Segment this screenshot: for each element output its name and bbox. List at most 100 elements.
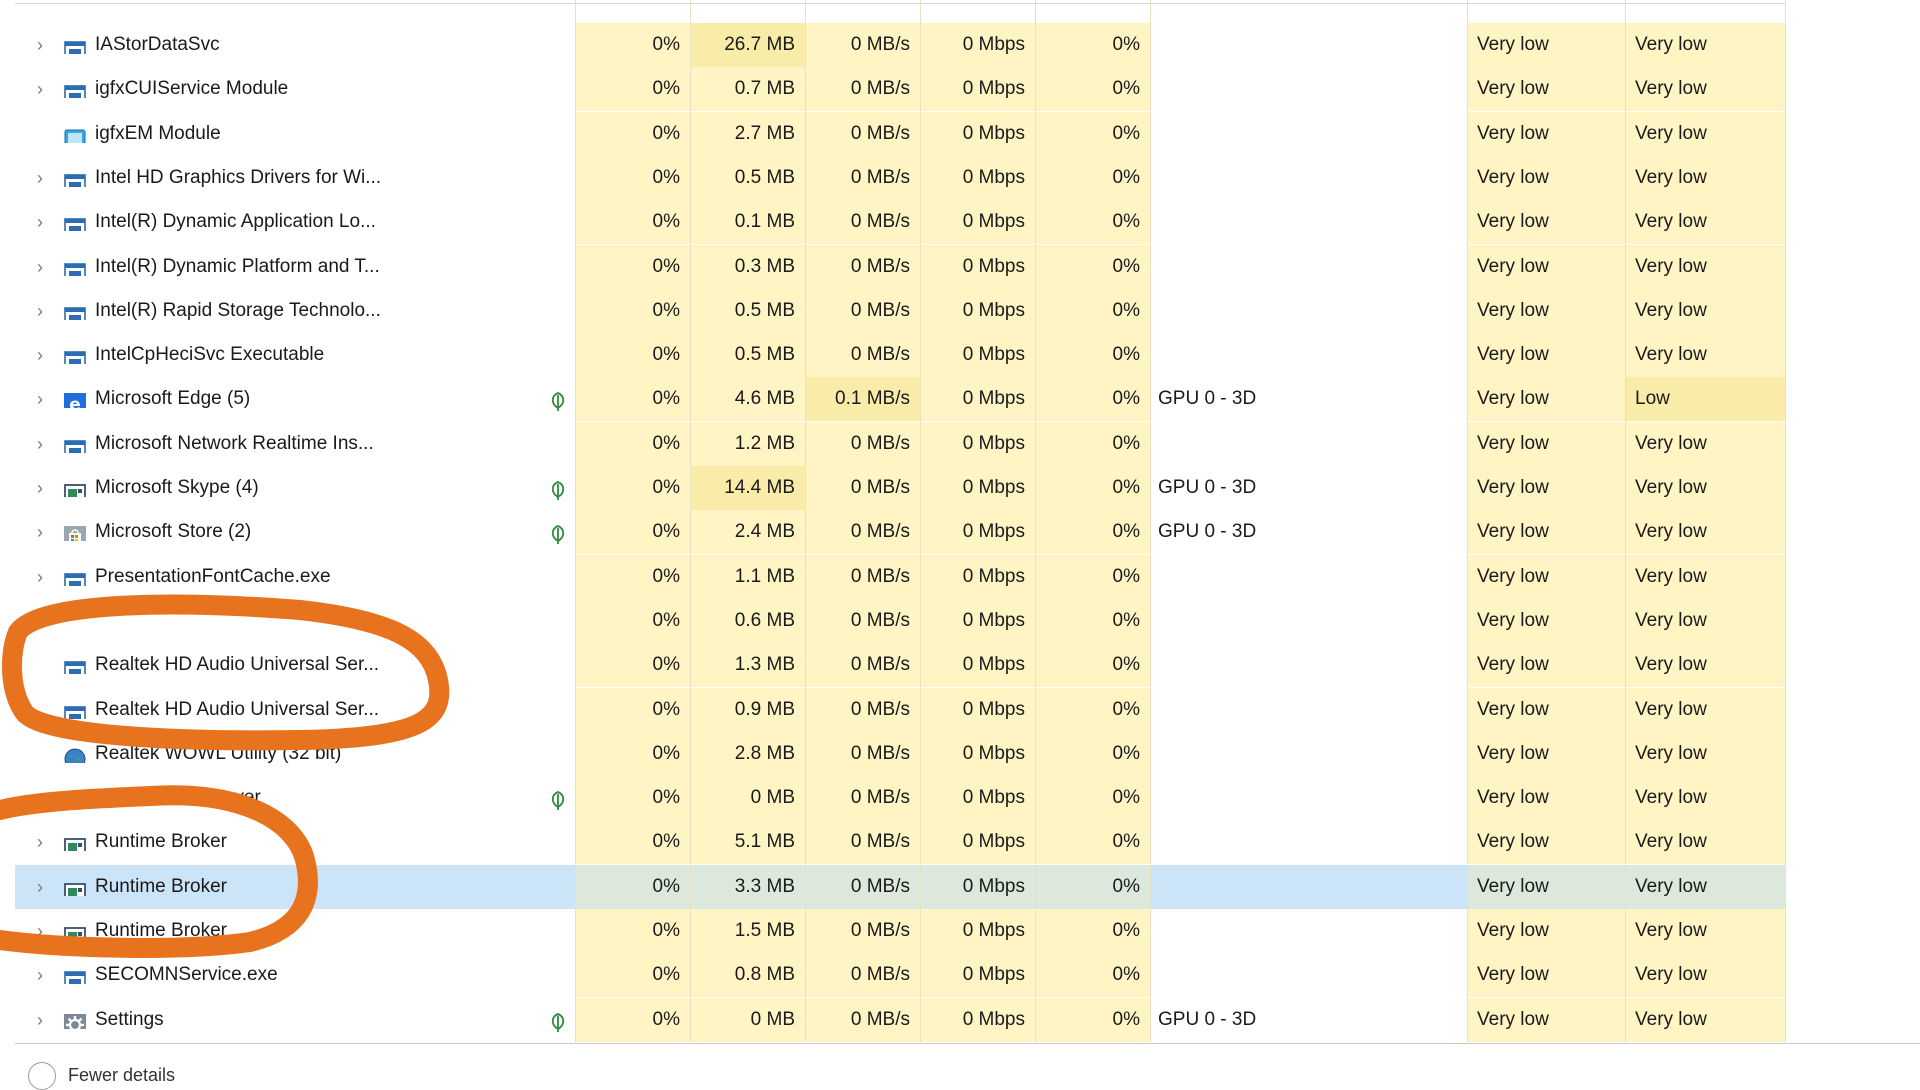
process-row[interactable]: › Runtime Broker 0% 1.5 MB 0 MB/s 0 Mbps 0% Ver… [15, 909, 1785, 953]
process-name: Intel(R) Dynamic Application Lo... [95, 211, 376, 233]
expand-chevron-icon[interactable]: › [29, 289, 51, 333]
gpu-cell: 0% [1035, 67, 1150, 112]
cpu-cell: 0% [575, 731, 690, 776]
expand-chevron-icon[interactable]: › [29, 555, 51, 599]
expand-chevron-icon[interactable]: › [29, 200, 51, 244]
process-row[interactable]: › WinRT OOP Server 0% 0 MB 0 MB/s 0 Mbps 0% Ver… [15, 776, 1785, 821]
expand-chevron-icon[interactable]: › [29, 466, 51, 510]
cpu-cell: 0% [575, 820, 690, 865]
memory-cell: 0.7 MB [690, 67, 805, 112]
power-usage-cell: Very low [1467, 466, 1625, 510]
gpu-cell: 0% [1035, 377, 1150, 422]
chevron-up-icon [28, 1062, 56, 1090]
expand-chevron-icon[interactable]: › [29, 776, 51, 820]
power-usage-cell: Very low [1467, 554, 1625, 599]
expand-chevron-icon[interactable]: › [29, 909, 51, 953]
cpu-cell: 0% [575, 554, 690, 599]
service-window-icon [64, 964, 86, 985]
gpu-engine-cell: GPU 0 - 3D [1158, 521, 1257, 543]
power-usage-cell: Very low [1467, 953, 1625, 998]
network-cell: 0 Mbps [920, 155, 1035, 200]
gpu-engine-cell: GPU 0 - 3D [1158, 1008, 1257, 1030]
gpu-engine-cell [1150, 289, 1467, 333]
process-row[interactable]: › Runtime Broker 0% 5.1 MB 0 MB/s 0 Mbps 0% Ver… [15, 820, 1785, 865]
process-row[interactable]: › IntelCpHeciSvc Executable 0% 0.5 MB 0 MB/s… [15, 333, 1785, 378]
process-row[interactable]: › Microsoft Skype (4) 0% 14.4 MB 0 MB/s 0 Mbp… [15, 466, 1785, 510]
expand-chevron-icon[interactable]: › [29, 67, 51, 111]
disk-cell: 0 MB/s [805, 333, 920, 378]
gpu-engine-cell: GPU 0 - 3D [1158, 477, 1257, 498]
disk-cell: 0 MB/s [805, 111, 920, 156]
cpu-cell: 0% [575, 510, 690, 555]
process-row[interactable]: Realtek WOWL Utility (32 bit) 0% 2.8 MB 0 M… [15, 731, 1785, 776]
power-usage-trend-cell: Very low [1625, 155, 1785, 200]
process-row[interactable]: › Intel HD Graphics Drivers for Wi... 0% 0.… [15, 155, 1785, 200]
fewer-details-link[interactable]: Fewer details [28, 1062, 175, 1090]
gpu-engine-cell [1150, 422, 1467, 466]
network-cell: 0 Mbps [920, 111, 1035, 156]
power-usage-trend-cell: Very low [1625, 687, 1785, 732]
process-row[interactable]: › Microsoft Network Realtime Ins... 0% 1.2 … [15, 421, 1785, 466]
network-cell: 0 Mbps [920, 421, 1035, 466]
expand-chevron-icon[interactable]: › [29, 23, 51, 67]
process-row[interactable]: › Intel(R) Dynamic Platform and T... 0% 0.3… [15, 244, 1785, 289]
process-row[interactable]: › Microsoft Store (2) 0% 2.4 MB 0 MB/s 0 Mbps… [15, 510, 1785, 555]
cpu-cell: 0% [575, 776, 690, 821]
gpu-cell: 0% [1035, 111, 1150, 156]
globe-icon [64, 743, 86, 763]
process-row[interactable]: › e Microsoft Edge (5) 0% 4.6 MB 0.1 MB/s 0 Mb… [15, 377, 1785, 422]
power-usage-cell: Very low [1467, 244, 1625, 289]
memory-cell: 0.6 MB [690, 598, 805, 643]
disk-cell: 0 MB/s [805, 67, 920, 112]
process-row[interactable]: Realtek HD Audio Universal Ser... 0% 1.3 M… [15, 643, 1785, 688]
expand-chevron-icon[interactable]: › [29, 245, 51, 289]
gpu-cell: 0% [1035, 731, 1150, 776]
process-row[interactable]: Realtek HD Audio Universal Ser... 0% 0.9 M… [15, 687, 1785, 732]
expand-chevron-icon[interactable]: › [29, 510, 51, 554]
process-row[interactable]: › IAStorDataSvc 0% 26.7 MB 0 MB/s 0 Mbps 0% Ver… [15, 23, 1785, 67]
expand-chevron-icon[interactable]: › [29, 820, 51, 864]
process-name: SECOMNService.exe [95, 964, 278, 986]
process-row[interactable]: 0% 0.6 MB 0 MB/s 0 Mbps 0% Very low Very low [15, 598, 1785, 643]
power-usage-trend-cell: Very low [1625, 643, 1785, 688]
gpu-cell: 0% [1035, 200, 1150, 245]
expand-chevron-icon[interactable]: › [29, 953, 51, 997]
process-row[interactable]: igfxEM Module 0% 2.7 MB 0 MB/s 0 Mbps 0% Very … [15, 111, 1785, 156]
svg-text:e: e [69, 395, 81, 408]
disk-cell: 0 MB/s [805, 776, 920, 821]
process-name: igfxCUIService Module [95, 78, 289, 100]
expand-chevron-icon[interactable]: › [29, 156, 51, 200]
process-name: Intel HD Graphics Drivers for Wi... [95, 166, 382, 188]
expand-chevron-icon[interactable]: › [29, 333, 51, 377]
memory-cell: 26.7 MB [690, 23, 805, 67]
gpu-engine-cell [1150, 909, 1467, 953]
process-row[interactable]: › PresentationFontCache.exe 0% 1.1 MB 0 MB/s… [15, 554, 1785, 599]
process-row[interactable]: › Settings 0% 0 MB 0 MB/s 0 Mbps 0% GPU 0 - 3D V… [15, 997, 1785, 1042]
power-usage-cell: Very low [1467, 731, 1625, 776]
service-window-icon [64, 433, 86, 453]
app-window-icon [64, 876, 86, 896]
gpu-cell: 0% [1035, 864, 1150, 909]
power-usage-cell: Very low [1467, 997, 1625, 1042]
efficiency-leaf-icon [547, 786, 569, 811]
network-cell: 0 Mbps [920, 687, 1035, 732]
process-row[interactable]: › Runtime Broker 0% 3.3 MB 0 MB/s 0 Mbps 0% Ver… [15, 864, 1785, 909]
power-usage-trend-cell: Very low [1625, 864, 1785, 909]
cpu-cell: 0% [575, 687, 690, 732]
expand-chevron-icon[interactable]: › [29, 377, 51, 421]
process-row[interactable]: › Intel(R) Rapid Storage Technolo... 0% 0.5… [15, 288, 1785, 333]
power-usage-trend-cell: Very low [1625, 776, 1785, 821]
network-cell: 0 Mbps [920, 333, 1035, 378]
process-row[interactable]: › SECOMNService.exe 0% 0.8 MB 0 MB/s 0 Mbps 0%… [15, 953, 1785, 998]
expand-chevron-icon[interactable]: › [29, 422, 51, 466]
process-row[interactable]: › Intel(R) Dynamic Application Lo... 0% 0.1… [15, 200, 1785, 245]
column-separator [1035, 0, 1036, 1044]
process-row[interactable]: › igfxCUIService Module 0% 0.7 MB 0 MB/s 0 Mb… [15, 67, 1785, 112]
expand-chevron-icon[interactable]: › [29, 865, 51, 909]
memory-cell: 1.5 MB [690, 909, 805, 953]
expand-chevron-icon[interactable]: › [29, 998, 51, 1042]
gpu-engine-cell [1150, 599, 1467, 643]
service-window-icon [64, 211, 86, 232]
task-manager-process-list: › IAStorDataSvc 0% 26.7 MB 0 MB/s 0 Mbps 0% Ver… [0, 0, 1920, 1090]
gpu-engine-cell [1150, 23, 1467, 67]
